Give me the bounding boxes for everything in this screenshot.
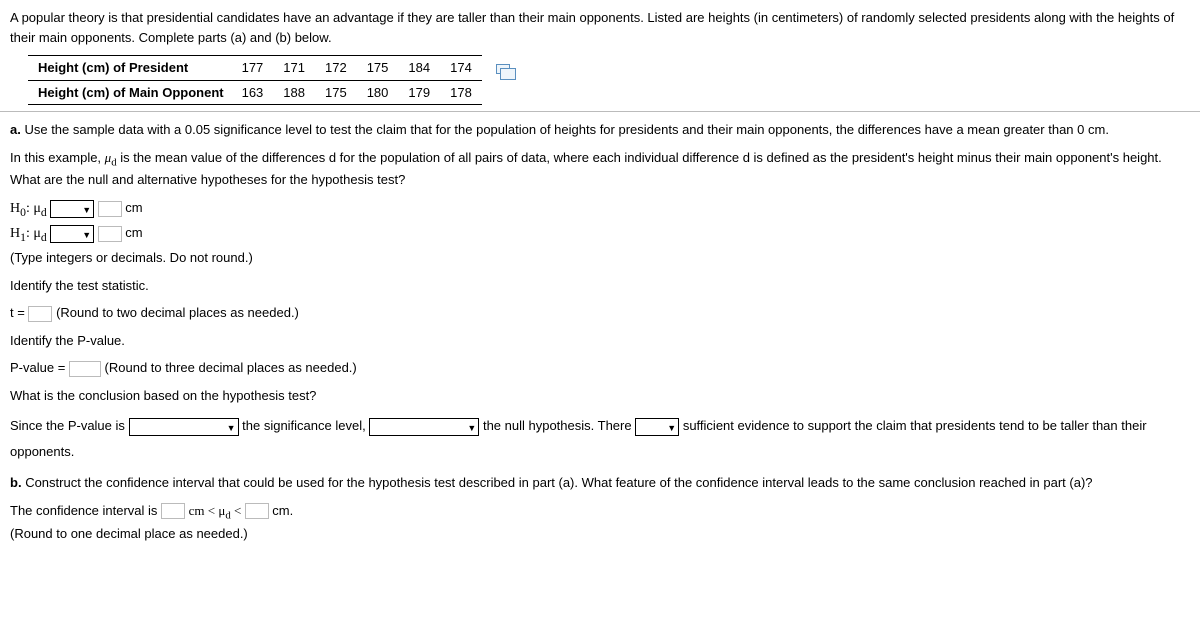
- ci-lower-input[interactable]: [161, 503, 185, 519]
- text: : μ: [26, 201, 41, 216]
- mu-explanation: In this example, μd is the mean value of…: [10, 148, 1190, 190]
- text: cm.: [272, 503, 293, 518]
- text: : μ: [26, 226, 41, 241]
- text: <: [231, 503, 245, 518]
- t-hint: (Round to two decimal places as needed.): [56, 305, 299, 320]
- evidence-select[interactable]: [635, 418, 679, 436]
- unit-cm: cm: [125, 200, 142, 215]
- t-line: t = (Round to two decimal places as need…: [10, 303, 1190, 323]
- unit-cm: cm: [125, 225, 142, 240]
- p-line: P-value = (Round to three decimal places…: [10, 358, 1190, 378]
- text: cm < μ: [189, 503, 226, 518]
- conclusion-sentence: Since the P-value is the significance le…: [10, 413, 1190, 465]
- t-input[interactable]: [28, 306, 52, 322]
- cell: 175: [357, 56, 399, 81]
- part-a-label: a.: [10, 122, 21, 137]
- part-a-prompt: a. Use the sample data with a 0.05 signi…: [10, 120, 1190, 140]
- alt-hypothesis-line: H1: μd cm: [10, 223, 1190, 246]
- cell: 177: [232, 56, 274, 81]
- t-eq: t =: [10, 305, 25, 320]
- ci-upper-input[interactable]: [245, 503, 269, 519]
- identify-statistic: Identify the test statistic.: [10, 276, 1190, 296]
- mu-sub: d: [41, 231, 47, 244]
- identify-pvalue: Identify the P-value.: [10, 331, 1190, 351]
- h0-value-input[interactable]: [98, 201, 122, 217]
- cell: 163: [232, 80, 274, 105]
- divider: [0, 111, 1200, 112]
- reject-select[interactable]: [369, 418, 479, 436]
- text: the null hypothesis. There: [483, 418, 635, 433]
- text: Since the P-value is: [10, 418, 129, 433]
- text: The confidence interval is: [10, 503, 161, 518]
- popup-icon[interactable]: [496, 64, 510, 74]
- h1-comparison-select[interactable]: [50, 225, 94, 243]
- p-input[interactable]: [69, 361, 101, 377]
- cell: 175: [315, 80, 357, 105]
- row-label-opponent: Height (cm) of Main Opponent: [28, 80, 232, 105]
- ci-hint: (Round to one decimal place as needed.): [10, 524, 1190, 544]
- cell: 174: [440, 56, 482, 81]
- h-label: H: [10, 201, 20, 216]
- cell: 184: [398, 56, 440, 81]
- intro-text: A popular theory is that presidential ca…: [10, 8, 1190, 47]
- heights-table: Height (cm) of President 177 171 172 175…: [28, 55, 520, 105]
- h-label: H: [10, 226, 20, 241]
- cell: 179: [398, 80, 440, 105]
- hypothesis-hint: (Type integers or decimals. Do not round…: [10, 248, 1190, 268]
- mu-sub: d: [41, 206, 47, 219]
- pvalue-compare-select[interactable]: [129, 418, 239, 436]
- cell: 178: [440, 80, 482, 105]
- conclusion-question: What is the conclusion based on the hypo…: [10, 386, 1190, 406]
- ci-line: The confidence interval is cm < μd < cm.: [10, 501, 1190, 524]
- part-b-prompt: b. Construct the confidence interval tha…: [10, 473, 1190, 493]
- part-b-text: Construct the confidence interval that c…: [25, 475, 1092, 490]
- part-b-label: b.: [10, 475, 22, 490]
- cell: 188: [273, 80, 315, 105]
- cell: 171: [273, 56, 315, 81]
- h0-comparison-select[interactable]: [50, 200, 94, 218]
- p-eq: P-value =: [10, 360, 65, 375]
- cell: 172: [315, 56, 357, 81]
- table-row: Height (cm) of President 177 171 172 175…: [28, 56, 520, 81]
- part-a-text: Use the sample data with a 0.05 signific…: [24, 122, 1108, 137]
- row-label-president: Height (cm) of President: [28, 56, 232, 81]
- h1-value-input[interactable]: [98, 226, 122, 242]
- p-hint: (Round to three decimal places as needed…: [105, 360, 357, 375]
- text: In this example,: [10, 150, 105, 165]
- null-hypothesis-line: H0: μd cm: [10, 198, 1190, 221]
- table-row: Height (cm) of Main Opponent 163 188 175…: [28, 80, 520, 105]
- text: is the mean value of the differences d f…: [10, 150, 1162, 188]
- cell: 180: [357, 80, 399, 105]
- text: the significance level,: [242, 418, 369, 433]
